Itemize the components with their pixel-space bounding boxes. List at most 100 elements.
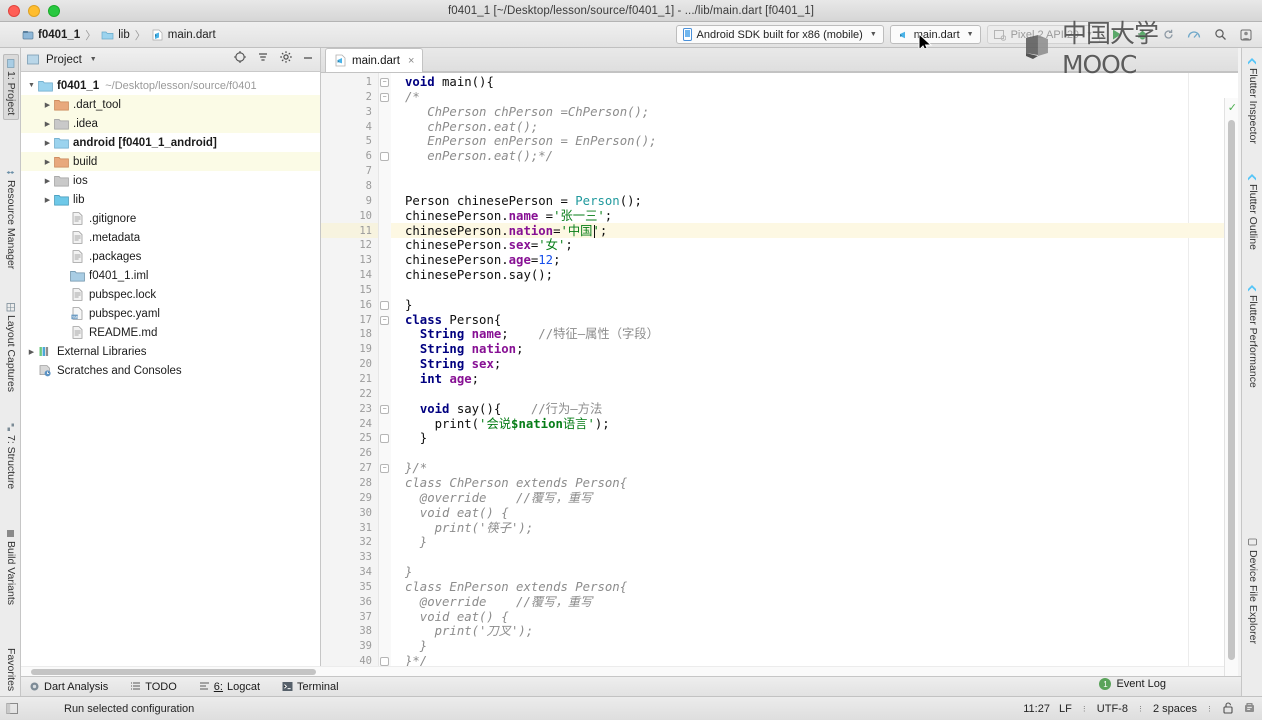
sidebar-item-flutter-performance[interactable]: Flutter Performance: [1247, 283, 1259, 388]
settings-icon[interactable]: [1236, 25, 1256, 45]
tree-item-external-libraries[interactable]: ▶ External Libraries: [21, 342, 320, 361]
code-line[interactable]: print('会说$nation语言');: [405, 417, 610, 432]
tree-item-android-f0401-1-android[interactable]: ▶ android [f0401_1_android]: [21, 133, 320, 152]
caret-position[interactable]: 11:27: [1023, 703, 1050, 715]
code-line[interactable]: int age;: [405, 372, 479, 387]
tree-item-gitignore[interactable]: .gitignore: [21, 209, 320, 228]
code-content[interactable]: void main(){/* ChPerson chPerson =ChPers…: [391, 73, 1238, 676]
code-line[interactable]: ChPerson chPerson =ChPerson();: [405, 105, 649, 120]
code-line[interactable]: /*: [405, 90, 420, 105]
tree-disclosure-icon[interactable]: ▶: [25, 348, 38, 356]
code-line[interactable]: }/*: [405, 461, 427, 476]
tree-disclosure-icon[interactable]: ▶: [41, 196, 54, 204]
event-log-button[interactable]: 1 Event Log: [1099, 678, 1166, 690]
performance-icon[interactable]: [1184, 25, 1204, 45]
tree-item-ios[interactable]: ▶ ios: [21, 171, 320, 190]
code-line[interactable]: }: [405, 565, 412, 580]
code-line[interactable]: chinesePerson.age=12;: [405, 253, 561, 268]
tool-window-toggle-icon[interactable]: [6, 702, 19, 715]
bottom-item-terminal[interactable]: Terminal: [282, 681, 339, 693]
indent-setting[interactable]: 2 spaces: [1153, 703, 1197, 715]
hot-reload-icon[interactable]: [1158, 25, 1178, 45]
debug-icon[interactable]: [1132, 25, 1152, 45]
code-line[interactable]: chinesePerson.say();: [405, 268, 553, 283]
code-line[interactable]: class EnPerson extends Person{: [405, 580, 627, 595]
code-line[interactable]: chinesePerson.nation='中国';: [405, 224, 607, 239]
sidebar-item-layout-captures[interactable]: Layout Captures: [5, 303, 17, 392]
tree-item-pubspec-yaml[interactable]: YML pubspec.yaml: [21, 304, 320, 323]
tree-item-idea[interactable]: ▶ .idea: [21, 114, 320, 133]
bottom-item-todo[interactable]: TODO: [130, 681, 177, 693]
gear-icon[interactable]: [279, 50, 293, 69]
sidebar-item-project[interactable]: 1: Project: [3, 54, 19, 121]
sidebar-item-flutter-outline[interactable]: Flutter Outline: [1247, 172, 1259, 250]
tree-item-readme-md[interactable]: README.md: [21, 323, 320, 342]
tree-disclosure-icon[interactable]: ▶: [41, 158, 54, 166]
chevron-down-icon[interactable]: ▼: [90, 56, 97, 63]
code-fold-marker[interactable]: [380, 434, 389, 444]
run-configuration-selector[interactable]: main.dart ▼: [889, 25, 981, 44]
inspector-icon[interactable]: [1243, 701, 1256, 717]
run-icon[interactable]: [1106, 25, 1126, 45]
breadcrumb-item-file[interactable]: main.dart: [151, 29, 216, 41]
tree-item-f0401-1[interactable]: ▼ f0401_1 ~/Desktop/lesson/source/f0401: [21, 76, 320, 95]
code-line[interactable]: enPerson.eat();*/: [405, 149, 553, 164]
code-fold-marker[interactable]: −: [380, 92, 389, 102]
code-line[interactable]: void main(){: [405, 75, 494, 90]
code-line[interactable]: String sex;: [405, 357, 501, 372]
code-line[interactable]: }: [405, 535, 427, 550]
device-selector[interactable]: Android SDK built for x86 (mobile) ▼: [675, 25, 884, 44]
sidebar-item-device-file-explorer[interactable]: Device File Explorer: [1247, 538, 1259, 644]
close-icon[interactable]: ×: [408, 55, 414, 67]
code-line[interactable]: String nation;: [405, 342, 524, 357]
tree-item-metadata[interactable]: .metadata: [21, 228, 320, 247]
code-fold-marker[interactable]: −: [380, 315, 389, 325]
lock-icon[interactable]: [1222, 701, 1234, 717]
code-line[interactable]: void say(){ //行为—方法: [405, 402, 602, 417]
code-line[interactable]: EnPerson enPerson = EnPerson();: [405, 134, 657, 149]
search-icon[interactable]: [1210, 25, 1230, 45]
collapse-all-icon[interactable]: [256, 50, 270, 69]
sidebar-item-flutter-inspector[interactable]: Flutter Inspector: [1247, 56, 1259, 144]
code-fold-marker[interactable]: −: [380, 78, 389, 87]
sidebar-item-build-variants[interactable]: Build Variants: [5, 529, 17, 605]
code-line[interactable]: Person chinesePerson = Person();: [405, 194, 642, 209]
tree-disclosure-icon[interactable]: ▶: [41, 177, 54, 185]
tree-disclosure-icon[interactable]: ▼: [25, 82, 38, 89]
code-fold-marker[interactable]: [380, 152, 389, 162]
tree-item-dart-tool[interactable]: ▶ .dart_tool: [21, 95, 320, 114]
code-line[interactable]: chPerson.eat();: [405, 120, 538, 135]
breadcrumb-item-project[interactable]: f0401_1: [22, 29, 80, 41]
code-line[interactable]: print('筷子');: [405, 521, 534, 536]
tree-disclosure-icon[interactable]: ▶: [41, 139, 54, 147]
code-fold-marker[interactable]: −: [380, 404, 389, 414]
project-horizontal-scrollbar[interactable]: [31, 669, 316, 675]
sidebar-item-resource-manager[interactable]: Resource Manager: [5, 168, 17, 269]
code-line[interactable]: @override //覆写，重写: [405, 491, 593, 506]
line-separator[interactable]: LF: [1059, 703, 1072, 715]
tree-item-pubspec-lock[interactable]: pubspec.lock: [21, 285, 320, 304]
code-line[interactable]: @override //覆写，重写: [405, 595, 593, 610]
code-fold-marker[interactable]: [380, 300, 389, 310]
sidebar-item-structure[interactable]: 7: Structure: [5, 423, 17, 489]
code-line[interactable]: void eat() {: [405, 610, 509, 625]
code-line[interactable]: }: [405, 298, 412, 313]
error-stripe-marker[interactable]: ✓: [1224, 98, 1238, 676]
code-folding-column[interactable]: − − − − −: [379, 73, 391, 676]
tree-item-build[interactable]: ▶ build: [21, 152, 320, 171]
code-line[interactable]: chinesePerson.sex='女';: [405, 238, 573, 253]
tree-item-packages[interactable]: .packages: [21, 247, 320, 266]
tab-main-dart[interactable]: main.dart ×: [325, 48, 424, 72]
code-line[interactable]: class Person{: [405, 313, 501, 328]
tree-disclosure-icon[interactable]: ▶: [41, 101, 54, 109]
code-line[interactable]: }: [405, 431, 427, 446]
code-line[interactable]: String name; //特征—属性（字段）: [405, 327, 659, 342]
sidebar-item-favorites[interactable]: Favorites: [5, 648, 17, 691]
tree-disclosure-icon[interactable]: ▶: [41, 120, 54, 128]
code-line[interactable]: void eat() {: [405, 506, 509, 521]
tree-item-f0401-1-iml[interactable]: f0401_1.iml: [21, 266, 320, 285]
code-line[interactable]: chinesePerson.name ='张一三';: [405, 209, 612, 224]
bottom-item-dart-analysis[interactable]: Dart Analysis: [29, 681, 108, 693]
tree-item-lib[interactable]: ▶ lib: [21, 190, 320, 209]
code-fold-marker[interactable]: −: [380, 464, 389, 474]
